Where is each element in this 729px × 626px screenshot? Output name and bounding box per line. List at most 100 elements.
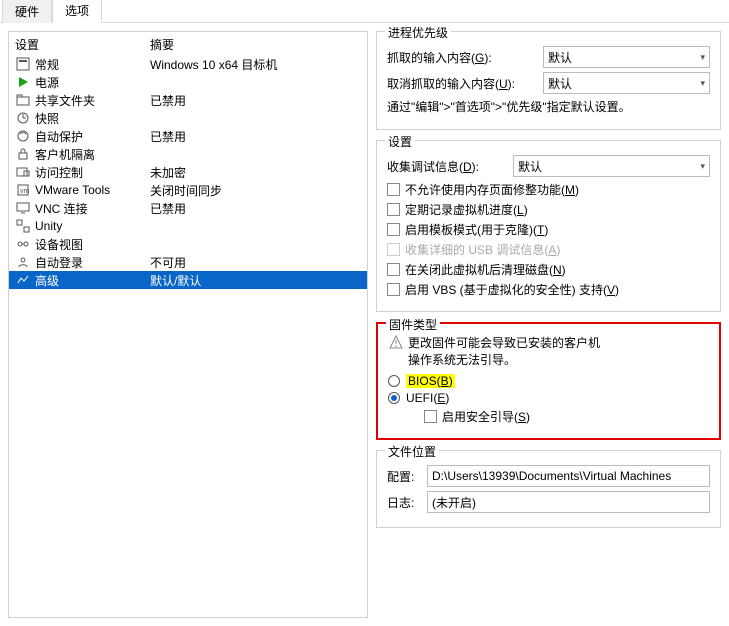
ungrab-select-value: 默认 [548, 75, 572, 92]
priority-group: 进程优先级 抓取的输入内容(G): 默认 ▾ 取消抓取的输入内容(U): [376, 31, 721, 130]
tab-options[interactable]: 选项 [52, 0, 102, 23]
list-item-general[interactable]: 常规 Windows 10 x64 目标机 [9, 55, 367, 73]
list-item-label: VNC 连接 [35, 200, 150, 217]
chk-template-mode-label: 启用模板模式(用于克隆)(T) [405, 221, 548, 238]
grab-select-value: 默认 [548, 49, 572, 66]
list-item-summary: 关闭时间同步 [150, 182, 361, 199]
config-path-field[interactable]: D:\Users\13939\Documents\Virtual Machine… [427, 465, 710, 487]
chk-enable-vbs-label: 启用 VBS (基于虚拟化的安全性) 支持(V) [405, 281, 619, 298]
chk-secure-boot[interactable] [424, 410, 437, 423]
chk-secure-boot-label: 启用安全引导(S) [442, 408, 530, 425]
device-view-icon [15, 236, 31, 252]
list-item-power[interactable]: 电源 [9, 73, 367, 91]
radio-uefi-label: UEFI(E) [406, 391, 449, 405]
log-path-value: (未开启) [432, 494, 476, 511]
ungrab-select[interactable]: 默认 ▾ [543, 72, 710, 94]
chevron-down-icon: ▾ [700, 52, 705, 63]
chk-usb-debug [387, 243, 400, 256]
vnc-icon [15, 200, 31, 216]
config-label: 配置: [387, 468, 421, 485]
chk-enable-vbs[interactable] [387, 283, 400, 296]
list-item-label: 自动登录 [35, 254, 150, 271]
chk-usb-debug-label: 收集详细的 USB 调试信息(A) [405, 241, 560, 258]
header-setting: 设置 [15, 36, 150, 53]
list-item-guest-isolation[interactable]: 客户机隔离 [9, 145, 367, 163]
details-panel: 进程优先级 抓取的输入内容(G): 默认 ▾ 取消抓取的输入内容(U): [376, 31, 721, 618]
collect-select[interactable]: 默认 ▾ [513, 155, 710, 177]
autologin-icon [15, 254, 31, 270]
log-path-field[interactable]: (未开启) [427, 491, 710, 513]
list-item-advanced[interactable]: 高级 默认/默认 [9, 271, 367, 289]
chevron-down-icon: ▾ [700, 161, 705, 172]
tabs: 硬件 选项 [0, 0, 729, 23]
list-header: 设置 摘要 [9, 32, 367, 55]
ungrab-label: 取消抓取的输入内容(U): [387, 75, 537, 92]
collect-label: 收集调试信息(D): [387, 158, 507, 175]
warning-icon [388, 334, 404, 350]
priority-group-title: 进程优先级 [385, 24, 451, 41]
list-item-autologin[interactable]: 自动登录 不可用 [9, 253, 367, 271]
list-item-snapshot[interactable]: 快照 [9, 109, 367, 127]
list-item-vmware-tools[interactable]: vm VMware Tools 关闭时间同步 [9, 181, 367, 199]
advanced-icon [15, 272, 31, 288]
general-icon [15, 56, 31, 72]
list-item-summary: 不可用 [150, 254, 361, 271]
filelocation-group-title: 文件位置 [385, 443, 439, 460]
power-icon [15, 74, 31, 90]
chk-template-mode[interactable] [387, 223, 400, 236]
list-item-summary: 已禁用 [150, 200, 361, 217]
list-item-label: 自动保护 [35, 128, 150, 145]
settings-group: 设置 收集调试信息(D): 默认 ▾ 不允许使用 [376, 140, 721, 312]
lock-icon [15, 146, 31, 162]
chk-log-progress[interactable] [387, 203, 400, 216]
radio-bios[interactable] [388, 375, 400, 387]
list-item-summary: Windows 10 x64 目标机 [150, 56, 361, 73]
chk-cleanup-disk-label: 在关闭此虚拟机后清理磁盘(N) [405, 261, 566, 278]
list-item-label: VMware Tools [35, 183, 150, 197]
list-item-label: 高级 [35, 272, 150, 289]
chk-log-progress-label: 定期记录虚拟机进度(L) [405, 201, 528, 218]
list-item-shared-folders[interactable]: 共享文件夹 已禁用 [9, 91, 367, 109]
config-path-value: D:\Users\13939\Documents\Virtual Machine… [432, 469, 671, 483]
vmware-tools-icon: vm [15, 182, 31, 198]
chk-memtrim[interactable] [387, 183, 400, 196]
shared-folders-icon [15, 92, 31, 108]
list-item-summary: 默认/默认 [150, 272, 361, 289]
list-item-label: 常规 [35, 56, 150, 73]
tab-hardware[interactable]: 硬件 [2, 0, 52, 23]
list-item-vnc[interactable]: VNC 连接 已禁用 [9, 199, 367, 217]
list-item-summary: 已禁用 [150, 92, 361, 109]
list-item-label: 共享文件夹 [35, 92, 150, 109]
settings-list-panel: 设置 摘要 常规 Windows 10 x64 目标机 电源 [8, 31, 368, 618]
radio-uefi[interactable] [388, 392, 400, 404]
list-item-label: 快照 [35, 110, 150, 127]
list-item-unity[interactable]: Unity [9, 217, 367, 235]
log-label: 日志: [387, 494, 421, 511]
unity-icon [15, 218, 31, 234]
radio-bios-label: BIOS(B) [406, 374, 455, 388]
priority-hint: 通过"编辑">"首选项">"优先级"指定默认设置。 [387, 98, 710, 115]
settings-list: 常规 Windows 10 x64 目标机 电源 共享文件夹 已禁用 [9, 55, 367, 617]
filelocation-group: 文件位置 配置: D:\Users\13939\Documents\Virtua… [376, 450, 721, 528]
chevron-down-icon: ▾ [700, 78, 705, 89]
settings-group-title: 设置 [385, 133, 415, 150]
list-item-autoprotect[interactable]: 自动保护 已禁用 [9, 127, 367, 145]
list-item-label: 客户机隔离 [35, 146, 150, 163]
list-item-label: 设备视图 [35, 236, 150, 253]
grab-select[interactable]: 默认 ▾ [543, 46, 710, 68]
firmware-group-title: 固件类型 [386, 316, 440, 333]
collect-select-value: 默认 [518, 158, 542, 175]
list-item-label: Unity [35, 219, 150, 233]
autoprotect-icon [15, 128, 31, 144]
firmware-warning: 更改固件可能会导致已安装的客户机 操作系统无法引导。 [408, 334, 600, 368]
list-item-summary: 未加密 [150, 164, 361, 181]
list-item-summary: 已禁用 [150, 128, 361, 145]
list-item-label: 访问控制 [35, 164, 150, 181]
list-item-device-view[interactable]: 设备视图 [9, 235, 367, 253]
chk-cleanup-disk[interactable] [387, 263, 400, 276]
list-item-label: 电源 [35, 74, 150, 91]
list-item-access-control[interactable]: 访问控制 未加密 [9, 163, 367, 181]
svg-text:vm: vm [20, 188, 30, 195]
chk-memtrim-label: 不允许使用内存页面修整功能(M) [405, 181, 579, 198]
snapshot-icon [15, 110, 31, 126]
